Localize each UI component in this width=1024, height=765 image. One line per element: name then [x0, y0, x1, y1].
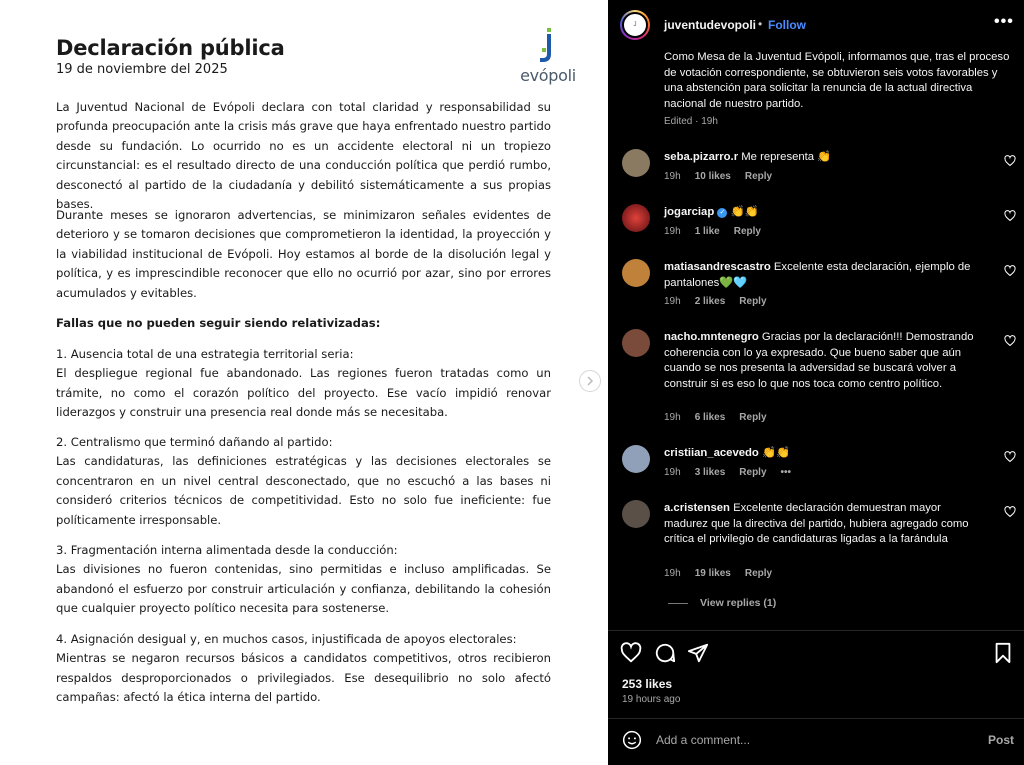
reply-button[interactable]: Reply — [745, 568, 772, 579]
bookmark-icon[interactable] — [993, 642, 1013, 664]
share-icon[interactable] — [687, 642, 709, 664]
point-2-text: Las candidaturas, las definiciones estra… — [56, 454, 551, 527]
divider — [608, 630, 1024, 631]
emoji-icon[interactable] — [622, 730, 642, 750]
paragraph-context: Durante meses se ignoraron advertencias,… — [56, 208, 551, 300]
post-button[interactable]: Post — [988, 733, 1014, 747]
comment-avatar[interactable] — [622, 500, 650, 528]
comment-avatar[interactable] — [622, 149, 650, 177]
reply-button[interactable]: Reply — [739, 412, 766, 423]
section-heading: Fallas que no pueden seguir siendo relat… — [56, 316, 381, 330]
comment-likes[interactable]: 10 likes — [695, 171, 731, 182]
comment-text: 👏👏 — [761, 447, 791, 459]
comment-username[interactable]: a.cristensen — [664, 502, 730, 514]
verified-icon: ✓ — [717, 208, 728, 218]
caption-edited-time: Edited · 19h — [664, 116, 718, 127]
account-avatar[interactable]: J — [620, 10, 650, 40]
comment-likes[interactable]: 3 likes — [695, 467, 726, 478]
comment-icon[interactable] — [654, 642, 676, 664]
point-3-text: Las divisiones no fueron contenidas, sin… — [56, 562, 551, 616]
account-username[interactable]: juventudevopoli — [664, 18, 756, 32]
comments-panel: J juventudevopoli • Follow ••• Como Mesa… — [608, 0, 1024, 765]
point-1: 1. Ausencia total de una estrategia terr… — [56, 345, 551, 423]
post-image: Declaración pública 19 de noviembre del … — [0, 0, 608, 765]
heart-icon[interactable] — [1004, 210, 1016, 222]
follow-button[interactable]: Follow — [768, 18, 806, 32]
heart-icon[interactable] — [1004, 155, 1016, 167]
view-replies-button[interactable]: View replies (1) — [668, 597, 776, 609]
divider — [608, 718, 1024, 719]
paragraph-intro: La Juventud Nacional de Evópoli declara … — [56, 100, 551, 212]
reply-button[interactable]: Reply — [739, 296, 766, 307]
point-3-heading: 3. Fragmentación interna alimentada desd… — [56, 543, 398, 557]
logo-text: evópoli — [520, 66, 576, 85]
point-4: 4. Asignación desigual y, en muchos caso… — [56, 630, 551, 708]
comment-username[interactable]: nacho.mntenegro — [664, 331, 759, 343]
reply-button[interactable]: Reply — [739, 467, 766, 478]
replies-line — [668, 602, 688, 604]
next-image-button[interactable] — [579, 370, 601, 392]
heart-icon[interactable] — [1004, 451, 1016, 463]
likes-count[interactable]: 253 likes — [622, 677, 672, 691]
comment-username[interactable]: jogarciap — [664, 206, 714, 218]
more-options-icon[interactable]: ••• — [994, 13, 1014, 31]
add-comment-input[interactable] — [656, 733, 956, 747]
comment-time: 19h — [664, 412, 681, 423]
comment-avatar[interactable] — [622, 445, 650, 473]
comment-username[interactable]: seba.pizarro.r — [664, 151, 738, 163]
heart-icon[interactable] — [620, 642, 642, 664]
view-replies-label: View replies (1) — [700, 597, 777, 609]
comment-text: Me representa 👏 — [741, 151, 832, 163]
separator-dot: • — [758, 17, 763, 31]
comment-username[interactable]: matiasandrescastro — [664, 261, 771, 273]
comment-time: 19h — [664, 568, 681, 579]
point-1-heading: 1. Ausencia total de una estrategia terr… — [56, 347, 354, 361]
document-title: Declaración pública — [56, 36, 285, 60]
comment-avatar[interactable] — [622, 329, 650, 357]
point-4-text: Mientras se negaron recursos básicos a c… — [56, 651, 551, 705]
point-1-text: El despliegue regional fue abandonado. L… — [56, 366, 551, 420]
comment-likes[interactable]: 19 likes — [695, 568, 731, 579]
comment-time: 19h — [664, 467, 681, 478]
heart-icon[interactable] — [1004, 506, 1016, 518]
comment-likes[interactable]: 2 likes — [695, 296, 726, 307]
chevron-right-icon — [587, 376, 594, 386]
reply-button[interactable]: Reply — [745, 171, 772, 182]
point-2: 2. Centralismo que terminó dañando al pa… — [56, 433, 551, 530]
document-date: 19 de noviembre del 2025 — [56, 62, 228, 77]
heart-icon[interactable] — [1004, 265, 1016, 277]
comment-likes[interactable]: 6 likes — [695, 412, 726, 423]
point-2-heading: 2. Centralismo que terminó dañando al pa… — [56, 435, 333, 449]
post-caption: Como Mesa de la Juventud Evópoli, inform… — [664, 51, 1010, 110]
point-3: 3. Fragmentación interna alimentada desd… — [56, 541, 551, 619]
comment-avatar[interactable] — [622, 204, 650, 232]
comment-time: 19h — [664, 171, 681, 182]
reply-button[interactable]: Reply — [734, 226, 761, 237]
comment-time: 19h — [664, 296, 681, 307]
action-bar — [620, 642, 1016, 666]
comment-avatar[interactable] — [622, 259, 650, 287]
comment-text: 👏👏 — [730, 206, 759, 218]
point-4-heading: 4. Asignación desigual y, en muchos caso… — [56, 632, 517, 646]
comment-username[interactable]: cristiian_acevedo — [664, 447, 759, 459]
comment-time: 19h — [664, 226, 681, 237]
comment-likes[interactable]: 1 like — [695, 226, 720, 237]
evopoli-logo: evópoli — [516, 28, 580, 85]
post-time: 19 hours ago — [622, 694, 681, 705]
comment-more-icon[interactable]: ••• — [781, 467, 792, 478]
heart-icon[interactable] — [1004, 335, 1016, 347]
